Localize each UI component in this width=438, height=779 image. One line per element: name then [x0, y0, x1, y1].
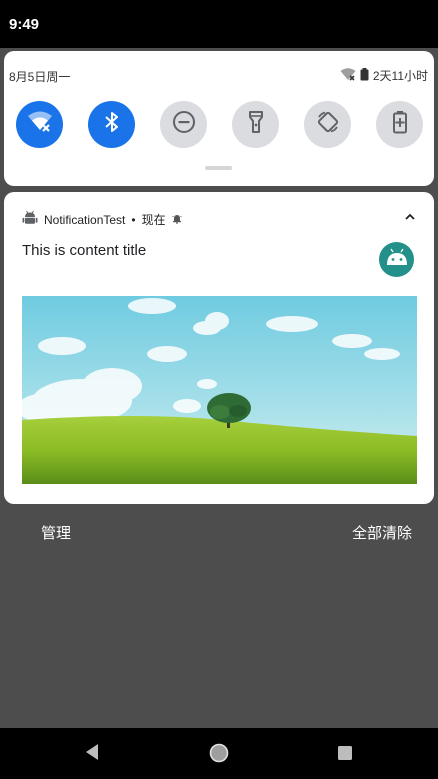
tile-do-not-disturb[interactable]	[160, 101, 207, 148]
notification-big-picture	[17, 296, 417, 484]
navigation-bar	[0, 728, 438, 779]
notification-title: This is content title	[22, 242, 147, 259]
tile-wifi[interactable]	[16, 101, 63, 148]
home-icon[interactable]	[209, 743, 229, 768]
notification-separator: •	[131, 212, 136, 227]
tile-flashlight[interactable]	[232, 101, 279, 148]
qs-status-area: 2天11小时	[340, 67, 428, 84]
auto-rotate-icon	[316, 110, 340, 139]
battery-saver-icon	[392, 110, 408, 139]
qs-expand-handle[interactable]	[205, 166, 232, 170]
collapse-chevron-up-icon[interactable]	[404, 209, 416, 227]
manage-button[interactable]: 管理	[41, 522, 71, 543]
quick-settings-tiles	[16, 101, 426, 149]
tile-battery-saver[interactable]	[376, 101, 423, 148]
alert-bell-icon	[171, 213, 182, 227]
notification-large-icon	[379, 242, 414, 277]
notification-header: NotificationTest • 现在	[22, 210, 182, 229]
battery-remaining-text: 2天11小时	[372, 69, 428, 83]
flashlight-icon	[247, 110, 265, 139]
notification-card[interactable]: NotificationTest • 现在 This is content ti…	[4, 192, 434, 504]
android-robot-icon	[385, 248, 409, 271]
clear-all-button[interactable]: 全部清除	[352, 522, 412, 543]
tile-auto-rotate[interactable]	[304, 101, 351, 148]
battery-icon	[360, 67, 369, 84]
back-icon[interactable]	[84, 742, 100, 767]
notification-app-name: NotificationTest	[44, 212, 126, 227]
bluetooth-icon	[103, 110, 121, 139]
android-app-icon	[22, 210, 38, 229]
quick-settings-panel: 8月5日周一 2天11小时	[4, 51, 434, 186]
wifi-off-small-icon	[340, 67, 356, 84]
status-time: 9:49	[9, 16, 40, 33]
notification-time: 现在	[141, 213, 166, 227]
status-bar: 9:49	[0, 0, 438, 48]
do-not-disturb-icon	[172, 110, 196, 139]
qs-date[interactable]: 8月5日周一	[9, 68, 70, 85]
tile-bluetooth[interactable]	[88, 101, 135, 148]
recents-icon[interactable]	[337, 745, 353, 766]
wifi-off-icon	[27, 110, 53, 139]
